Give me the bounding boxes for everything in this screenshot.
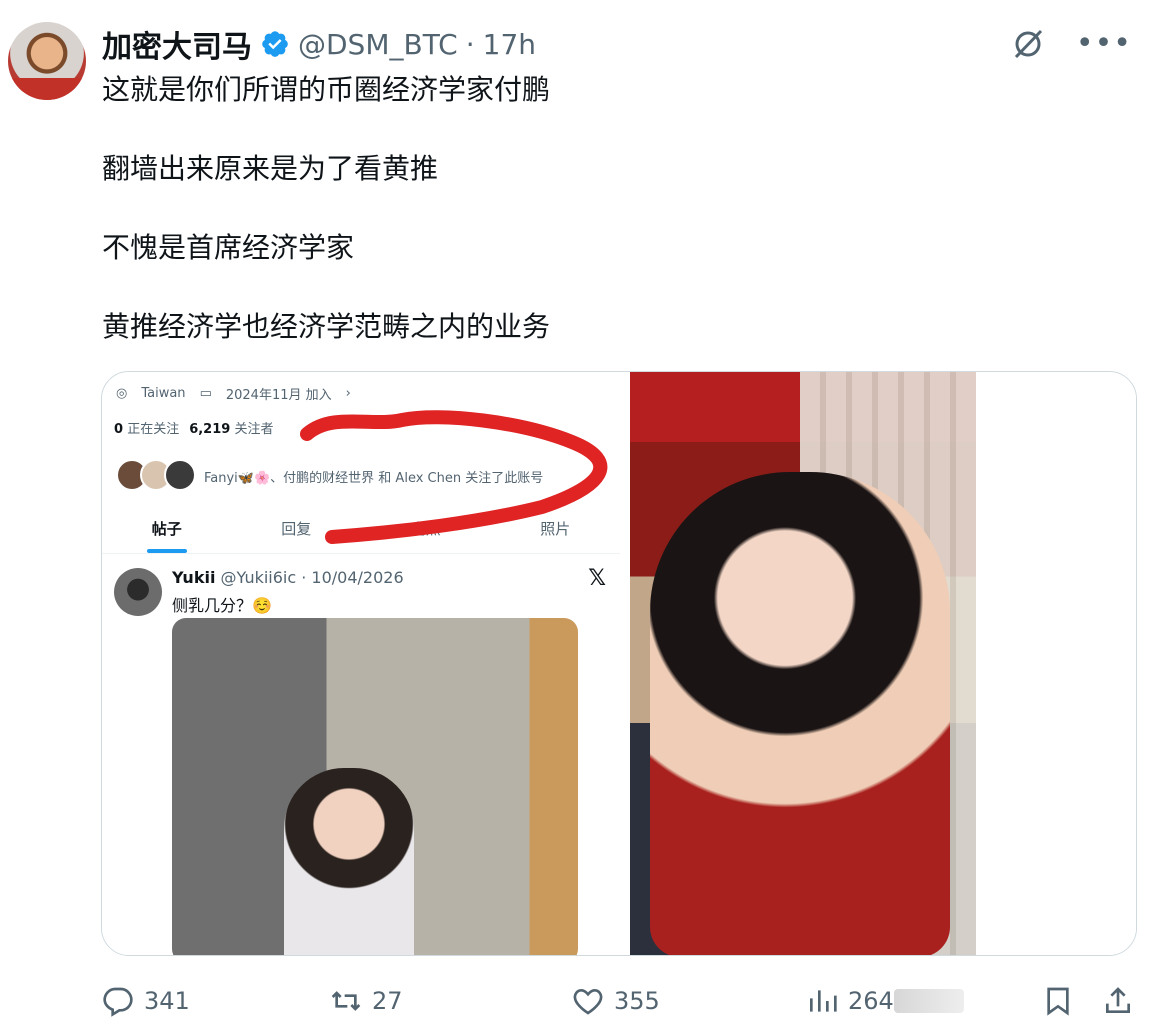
author-handle[interactable]: @DSM_BTC — [298, 28, 458, 61]
reply-icon — [103, 987, 133, 1017]
embedded-post-name: Yukii — [172, 568, 216, 587]
share-icon — [1106, 987, 1130, 1013]
embedded-post-avatar — [114, 568, 162, 616]
profile-follow-counts: 0 正在关注 6,219 关注者 — [114, 418, 273, 437]
tweet-line: 不愧是首席经济学家 — [102, 231, 355, 264]
location-icon: ◎ — [116, 386, 128, 401]
reply-count: 341 — [144, 987, 190, 1015]
embedded-post: Yukii @Yukii6ic · 10/04/2026 𝕏 侧乳几分？☺️ — [102, 558, 620, 955]
tweet-body: 这就是你们所谓的币圈经济学家付鹏 翻墙出来原来是为了看黄推 不愧是首席经济学家 … — [102, 70, 1102, 386]
embedded-post-header: Yukii @Yukii6ic · 10/04/2026 — [172, 568, 404, 587]
share-button[interactable] — [1102, 980, 1134, 1022]
profile-tabs: 帖子 回复 亮点 照片 — [102, 512, 620, 554]
like-count: 355 — [614, 987, 660, 1015]
grok-icon[interactable] — [1010, 26, 1046, 62]
tab-photos: 照片 — [540, 520, 571, 538]
photo-content — [630, 372, 976, 955]
avatar-banner — [8, 78, 86, 100]
following-count: 0 — [114, 422, 124, 437]
embedded-post-handle-date: @Yukii6ic · 10/04/2026 — [220, 568, 404, 587]
tab-highlights: 亮点 — [410, 520, 441, 538]
tweet-header: 加密大司马 @DSM_BTC · 17h — [102, 22, 536, 66]
reply-button[interactable]: 341 — [102, 980, 190, 1022]
tweet-timestamp[interactable]: 17h — [483, 28, 536, 61]
tweet-line: 黄推经济学也经济学范畴之内的业务 — [102, 310, 551, 343]
separator-dot: · — [465, 27, 475, 61]
followed-by-text: Fanyi🦋🌸、付鹏的财经世界 和 Alex Chen 关注了此账号 — [204, 470, 544, 486]
embedded-post-photo — [172, 618, 578, 955]
views-count: 264 — [848, 987, 894, 1015]
retweet-count: 27 — [372, 987, 403, 1015]
profile-meta-row: ◎ Taiwan ▭ 2024年11月 加入 › — [116, 384, 351, 403]
like-icon — [573, 988, 603, 1015]
watermark-blur — [893, 989, 964, 1013]
follower-avatars — [116, 459, 196, 493]
media-divider — [620, 372, 630, 955]
tab-posts: 帖子 — [102, 512, 232, 553]
followed-by-row: Fanyi🦋🌸、付鹏的财经世界 和 Alex Chen 关注了此账号 — [116, 458, 543, 494]
verified-badge-icon — [262, 31, 288, 57]
views-button[interactable]: 264 — [806, 980, 964, 1022]
followers-count: 6,219 — [189, 422, 231, 437]
following-label: 正在关注 — [127, 422, 180, 437]
tweet-line: 翻墙出来原来是为了看黄推 — [102, 152, 439, 185]
chevron-right-icon: › — [345, 386, 351, 401]
views-icon — [810, 990, 837, 1012]
x-logo-icon: 𝕏 — [588, 566, 606, 591]
profile-location: Taiwan — [141, 386, 186, 401]
bookmark-button[interactable] — [1042, 980, 1074, 1022]
profile-joined: 2024年11月 加入 — [225, 388, 332, 403]
more-icon[interactable]: ••• — [1076, 29, 1132, 59]
tweet-action-bar: 341 27 355 264 — [102, 980, 1152, 1022]
calendar-icon: ▭ — [199, 386, 212, 401]
bookmark-icon — [1047, 987, 1069, 1016]
embedded-post-text: 侧乳几分？☺️ — [172, 596, 272, 615]
followers-label: 关注者 — [234, 422, 274, 437]
tweet-line: 这就是你们所谓的币圈经济学家付鹏 — [102, 73, 551, 106]
like-button[interactable]: 355 — [572, 980, 660, 1022]
media-image-screenshot[interactable]: ◎ Taiwan ▭ 2024年11月 加入 › 0 正在关注 6,219 关注… — [102, 372, 620, 955]
tweet-top-actions: ••• — [1010, 26, 1132, 62]
media-image-photo[interactable] — [630, 372, 1136, 955]
author-avatar[interactable] — [8, 22, 86, 100]
retweet-button[interactable]: 27 — [330, 980, 403, 1022]
tab-replies: 回复 — [281, 520, 312, 538]
media-grid: ◎ Taiwan ▭ 2024年11月 加入 › 0 正在关注 6,219 关注… — [101, 371, 1137, 956]
author-display-name[interactable]: 加密大司马 — [102, 22, 252, 66]
retweet-icon — [331, 991, 361, 1011]
